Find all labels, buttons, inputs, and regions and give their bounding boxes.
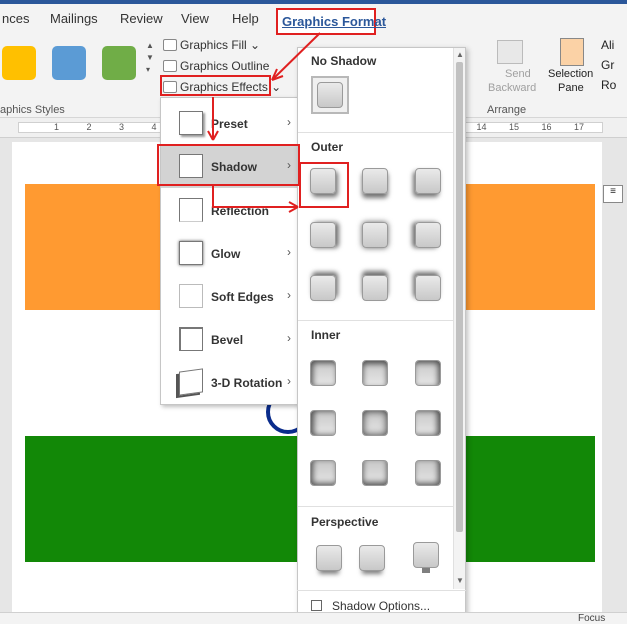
annotation-arrows [207, 32, 321, 213]
focus-button[interactable]: Focus [578, 613, 605, 624]
status-bar: Focus [0, 612, 627, 624]
